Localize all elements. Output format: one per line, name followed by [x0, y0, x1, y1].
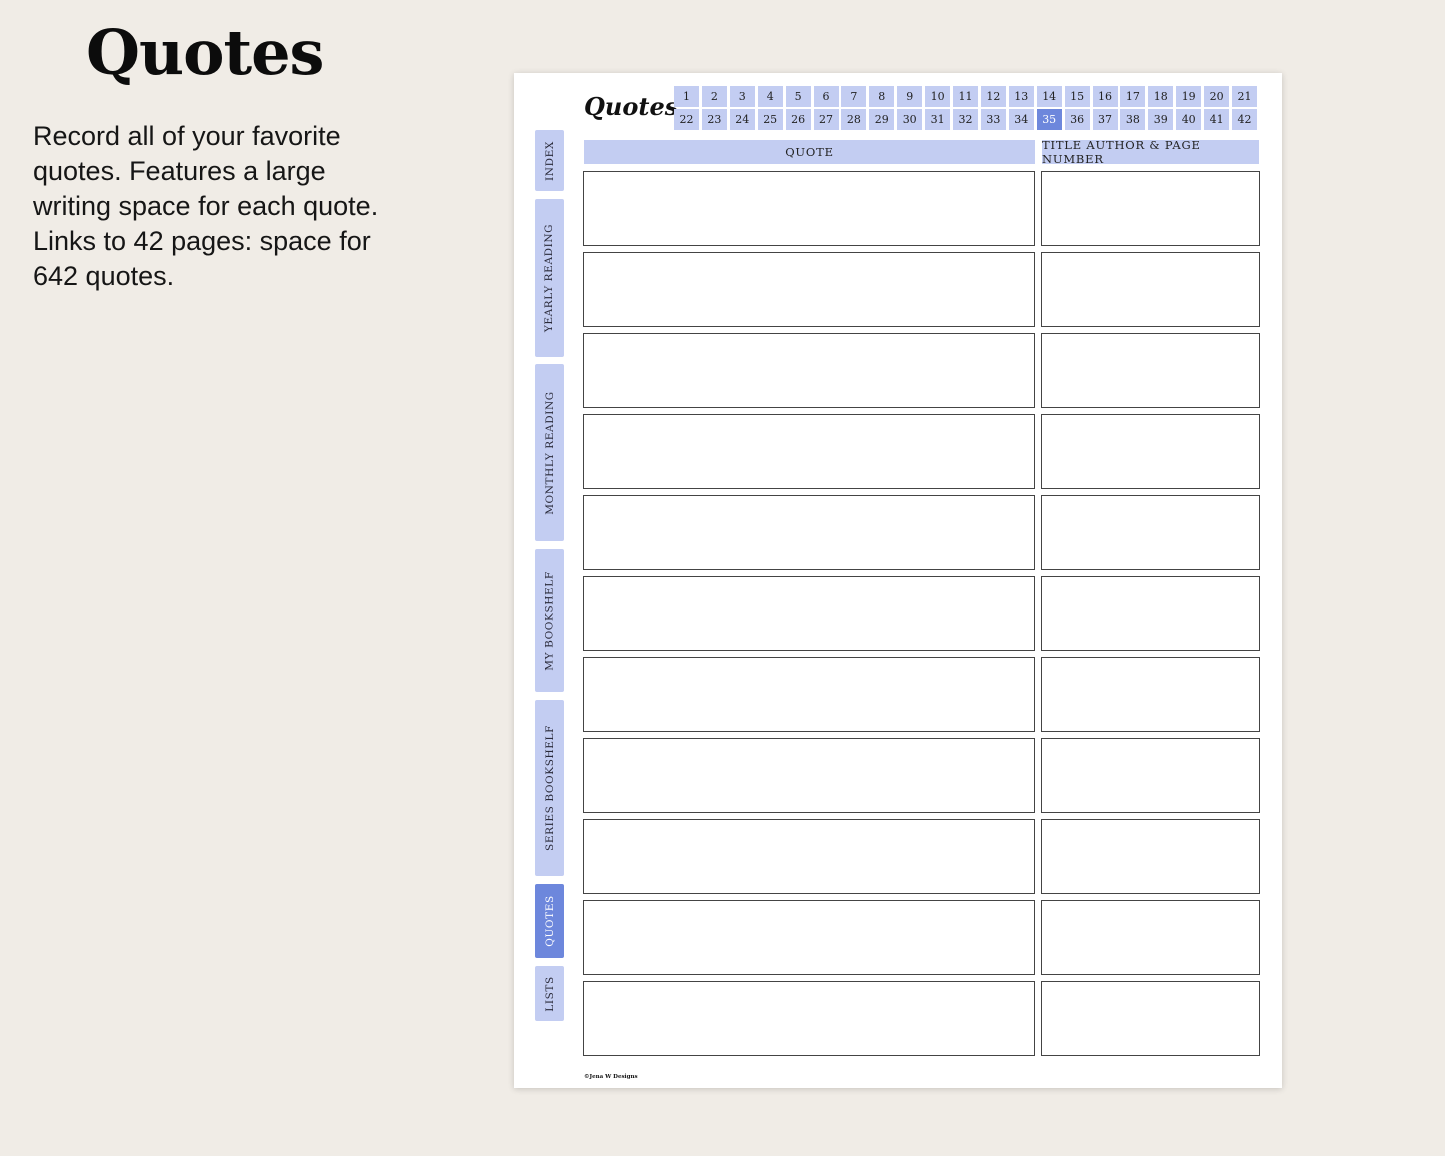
page-link-16[interactable]: 16 [1092, 86, 1118, 107]
page-link-3[interactable]: 3 [729, 86, 755, 107]
source-field[interactable] [1041, 495, 1260, 570]
source-field[interactable] [1041, 981, 1260, 1056]
page-link-42[interactable]: 42 [1232, 109, 1257, 130]
page-link-33[interactable]: 33 [980, 109, 1006, 130]
page-link-41[interactable]: 41 [1204, 109, 1230, 130]
page-link-27[interactable]: 27 [813, 109, 839, 130]
page-link-22[interactable]: 22 [674, 109, 699, 130]
page-link-28[interactable]: 28 [841, 109, 867, 130]
page-link-20[interactable]: 20 [1204, 86, 1230, 107]
planner-page: INDEX YEARLY READING MONTHLY READING MY BOO… [514, 73, 1282, 1088]
page-link-4[interactable]: 4 [757, 86, 783, 107]
page-link-21[interactable]: 21 [1232, 86, 1257, 107]
page-link-30[interactable]: 30 [897, 109, 923, 130]
quote-field[interactable] [583, 495, 1035, 570]
page-link-32[interactable]: 32 [953, 109, 978, 130]
page-link-19[interactable]: 19 [1176, 86, 1202, 107]
page-link-37[interactable]: 37 [1092, 109, 1118, 130]
page-link-9[interactable]: 9 [897, 86, 923, 107]
page-link-7[interactable]: 7 [841, 86, 867, 107]
quote-column-header: QUOTE [584, 140, 1035, 164]
page-link-2[interactable]: 2 [701, 86, 727, 107]
page-title: Quotes [584, 92, 679, 121]
side-tab-series-bookshelf[interactable]: SERIES BOOKSHELF [535, 700, 564, 876]
page-link-6[interactable]: 6 [813, 86, 839, 107]
copyright-footer: ©Jena W Designs [584, 1074, 638, 1080]
source-column-header: TITLE AUTHOR & PAGE NUMBER [1042, 138, 1259, 166]
side-tab-my-bookshelf[interactable]: MY BOOKSHELF [535, 549, 564, 692]
page-link-13[interactable]: 13 [1008, 86, 1034, 107]
quote-field[interactable] [583, 738, 1035, 813]
quote-field[interactable] [583, 171, 1035, 246]
page-link-26[interactable]: 26 [785, 109, 811, 130]
quote-field[interactable] [583, 900, 1035, 975]
quote-field[interactable] [583, 333, 1035, 408]
side-tab-label: INDEX [543, 140, 556, 181]
side-tab-lists[interactable]: LISTS [535, 966, 564, 1021]
side-tab-label: MY BOOKSHELF [543, 570, 556, 671]
page-link-14[interactable]: 14 [1036, 86, 1062, 107]
side-tab-label: LISTS [543, 975, 556, 1012]
source-field[interactable] [1041, 657, 1260, 732]
page-link-38[interactable]: 38 [1120, 109, 1146, 130]
side-tab-quotes[interactable]: QUOTES [535, 884, 564, 958]
page-link-10[interactable]: 10 [925, 86, 951, 107]
promo-title: Quotes [86, 16, 324, 89]
page-link-1[interactable]: 1 [674, 86, 699, 107]
page-link-40[interactable]: 40 [1176, 109, 1202, 130]
page-link-29[interactable]: 29 [869, 109, 895, 130]
side-tab-yearly-reading[interactable]: YEARLY READING [535, 199, 564, 357]
source-field[interactable] [1041, 333, 1260, 408]
page-link-36[interactable]: 36 [1064, 109, 1090, 130]
source-field[interactable] [1041, 900, 1260, 975]
promo-description-line: Links to 42 pages: space for 642 quotes. [33, 226, 371, 291]
quote-field[interactable] [583, 252, 1035, 327]
promo-description: Record all of your favorite quotes. Feat… [33, 119, 393, 294]
page-link-5[interactable]: 5 [785, 86, 811, 107]
page-link-11[interactable]: 11 [953, 86, 978, 107]
side-tab-index[interactable]: INDEX [535, 130, 564, 191]
quote-field[interactable] [583, 981, 1035, 1056]
side-tab-label: MONTHLY READING [543, 390, 556, 515]
side-tab-label: YEARLY READING [543, 223, 556, 333]
page-link-34[interactable]: 34 [1008, 109, 1034, 130]
promo-description-line: Record all of your favorite quotes. Feat… [33, 121, 379, 221]
side-tab-label: SERIES BOOKSHELF [543, 725, 556, 851]
quote-field[interactable] [583, 819, 1035, 894]
page-link-39[interactable]: 39 [1148, 109, 1174, 130]
quote-field[interactable] [583, 576, 1035, 651]
page-link-18[interactable]: 18 [1148, 86, 1174, 107]
source-field[interactable] [1041, 414, 1260, 489]
page-link-23[interactable]: 23 [701, 109, 727, 130]
source-field[interactable] [1041, 252, 1260, 327]
page-link-31[interactable]: 31 [925, 109, 951, 130]
source-field[interactable] [1041, 171, 1260, 246]
page-link-12[interactable]: 12 [980, 86, 1006, 107]
page-link-8[interactable]: 8 [869, 86, 895, 107]
side-tab-label: QUOTES [543, 895, 556, 947]
source-field[interactable] [1041, 819, 1260, 894]
page-link-25[interactable]: 25 [757, 109, 783, 130]
page-link-24[interactable]: 24 [729, 109, 755, 130]
page-link-35[interactable]: 35 [1036, 109, 1062, 130]
side-tab-monthly-reading[interactable]: MONTHLY READING [535, 364, 564, 541]
quote-field[interactable] [583, 414, 1035, 489]
page-link-17[interactable]: 17 [1120, 86, 1146, 107]
quote-field[interactable] [583, 657, 1035, 732]
source-field[interactable] [1041, 576, 1260, 651]
source-field[interactable] [1041, 738, 1260, 813]
page-link-15[interactable]: 15 [1064, 86, 1090, 107]
